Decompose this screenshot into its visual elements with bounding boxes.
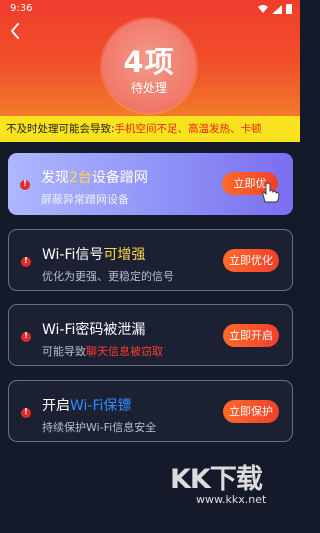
- pending-label: 待处理: [130, 81, 167, 95]
- pending-count-circle: 4项 待处理: [102, 19, 196, 113]
- card-title: Wi-Fi信号可增强: [42, 244, 145, 264]
- card-subtitle-pre: 可能导致: [42, 345, 86, 358]
- card-title-pre: 发现: [41, 170, 69, 186]
- card-wifi-signal[interactable]: Wi-Fi信号可增强 优化为更强、更稳定的信号 立即优化: [8, 229, 293, 291]
- card-subtitle: 优化为更强、更稳定的信号: [42, 270, 174, 283]
- card-title-highlight: Wi-Fi保镖: [70, 398, 132, 414]
- watermark-url: www.kkx.net: [196, 493, 267, 506]
- back-arrow-icon: [11, 23, 19, 39]
- card-subtitle: 可能导致聊天信息被窃取: [42, 343, 163, 359]
- card-title-post: 设备蹭网: [91, 170, 148, 186]
- card-title: 发现2台设备蹭网: [41, 167, 148, 187]
- watermark-logo: KK下载: [170, 464, 263, 495]
- signal-icon: [272, 4, 282, 14]
- alert-icon: [21, 256, 31, 267]
- status-time: 9:36: [10, 3, 33, 14]
- status-icons: [258, 4, 292, 14]
- hand-pointer-icon: [262, 182, 280, 203]
- pending-count: 4项: [123, 45, 175, 79]
- card-title-pre: Wi-Fi信号: [42, 247, 104, 263]
- wifi-icon: [258, 5, 268, 13]
- watermark: KK下载 www.kkx.net: [170, 457, 298, 513]
- warning-highlight: 手机空间不足、高温发热、卡顿: [114, 123, 262, 135]
- battery-icon: [286, 4, 292, 14]
- card-subtitle: 屏蔽异常蹭网设备: [41, 193, 129, 206]
- warning-banner: 不及时处理可能会导致:手机空间不足、高温发热、卡顿: [0, 116, 300, 142]
- warning-prefix: 不及时处理可能会导致:: [6, 123, 115, 135]
- card-title-highlight: 2台: [69, 170, 92, 186]
- enable-now-button[interactable]: 立即开启: [223, 324, 279, 347]
- alert-icon: [20, 179, 30, 190]
- status-bar: 9:36: [0, 0, 300, 18]
- header: 9:36 4项 待处理: [0, 0, 300, 116]
- back-button[interactable]: [6, 20, 24, 42]
- card-wifi-guard[interactable]: 开启Wi-Fi保镖 持续保护Wi-Fi信息安全 立即保护: [8, 380, 293, 442]
- card-device-leeching[interactable]: 发现2台设备蹭网 屏蔽异常蹭网设备 立即优: [8, 153, 293, 215]
- card-wifi-password-leak[interactable]: Wi-Fi密码被泄漏 可能导致聊天信息被窃取 立即开启: [8, 304, 293, 366]
- card-title: Wi-Fi密码被泄漏: [42, 322, 146, 338]
- card-title-pre: 开启: [42, 398, 70, 414]
- protect-now-button[interactable]: 立即保护: [223, 400, 279, 423]
- alert-icon: [21, 407, 31, 418]
- optimize-now-button[interactable]: 立即优化: [223, 249, 279, 272]
- card-title-highlight: 可增强: [103, 247, 146, 263]
- card-subtitle: 持续保护Wi-Fi信息安全: [42, 421, 157, 434]
- alert-icon: [21, 331, 31, 342]
- card-title: 开启Wi-Fi保镖: [42, 395, 131, 415]
- card-subtitle-highlight: 聊天信息被窃取: [86, 345, 163, 358]
